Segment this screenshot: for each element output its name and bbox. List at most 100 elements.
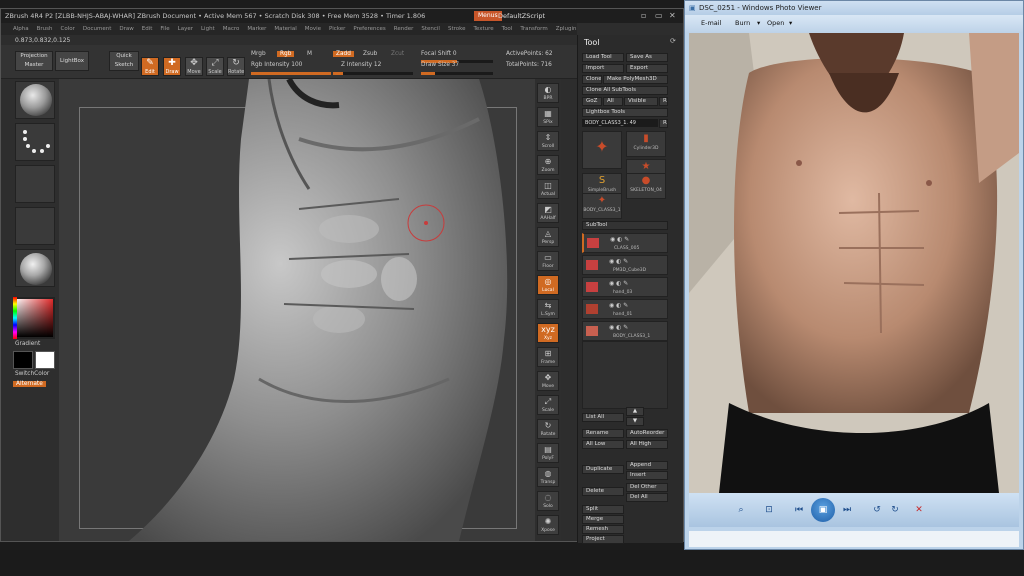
shelf-bpr-button[interactable]: ◐ BPR: [537, 83, 559, 103]
rotate-button[interactable]: ↻ Rotate: [227, 57, 245, 76]
tool-thumb-body[interactable]: ✦ BODY_CLASS3_1: [582, 193, 622, 219]
split-button[interactable]: Split: [582, 505, 624, 514]
menu-item[interactable]: Marker: [247, 26, 266, 32]
tool-thumb-skeleton[interactable]: ● SKELETON_04: [626, 173, 666, 199]
menu-item[interactable]: Layer: [178, 26, 193, 32]
menu-item[interactable]: Light: [201, 26, 215, 32]
menu-item[interactable]: Macro: [223, 26, 240, 32]
append-button[interactable]: Append: [626, 461, 668, 470]
menu-item[interactable]: Picker: [329, 26, 345, 32]
shelf-solo-button[interactable]: ◌ Solo: [537, 491, 559, 511]
projection-master-button[interactable]: Projection Master: [15, 51, 53, 71]
shelf-rotate-button[interactable]: ↻ Rotate: [537, 419, 559, 439]
minimize-icon[interactable]: ▫: [641, 9, 646, 23]
menu-item[interactable]: Document: [83, 26, 112, 32]
draw-size-slider[interactable]: [421, 72, 493, 75]
z-intensity-slider-label[interactable]: Z Intensity 12: [341, 62, 381, 68]
shelf-xpose-button[interactable]: ✺ Xpose: [537, 515, 559, 535]
hue-strip[interactable]: [13, 297, 17, 339]
material-selector[interactable]: [15, 249, 55, 287]
lightbox-tools-button[interactable]: Lightbox Tools: [582, 108, 668, 117]
texture-selector[interactable]: [15, 207, 55, 245]
burn-dropdown-icon[interactable]: ▾: [757, 19, 760, 27]
subtool-visibility-icon[interactable]: ◉ ◐ ✎: [610, 236, 629, 243]
subtool-visibility-icon[interactable]: ◉ ◐ ✎: [609, 302, 628, 309]
slideshow-play-icon[interactable]: ▣: [811, 498, 835, 522]
subtool-visibility-icon[interactable]: ◉ ◐ ✎: [609, 280, 628, 287]
shelf-transp-button[interactable]: ◍ Transp: [537, 467, 559, 487]
delete-button[interactable]: Delete: [582, 487, 624, 496]
move-button[interactable]: ✥ Move: [185, 57, 203, 76]
menu-item[interactable]: File: [160, 26, 169, 32]
goz-all-button[interactable]: All: [603, 97, 623, 106]
export-button[interactable]: Export: [626, 64, 668, 73]
all-low-button[interactable]: All Low: [582, 440, 624, 449]
menu-item[interactable]: Material: [274, 26, 296, 32]
actual-size-icon[interactable]: ⊡: [761, 503, 777, 517]
shelf-floor-button[interactable]: ▭ Floor: [537, 251, 559, 271]
shelf-local-button[interactable]: ◎ Local: [537, 275, 559, 295]
move-up-arrow-icon[interactable]: ▲: [626, 407, 644, 416]
subtool-row[interactable]: ◉ ◐ ✎ CLASS_005: [582, 233, 668, 253]
color-picker[interactable]: [13, 297, 55, 339]
menu-item[interactable]: Texture: [474, 26, 494, 32]
stroke-selector[interactable]: [15, 123, 55, 161]
scale-button[interactable]: ⤢ Scale: [206, 57, 224, 76]
menu-item[interactable]: Render: [394, 26, 414, 32]
edit-button[interactable]: ✎ Edit: [141, 57, 159, 76]
previous-icon[interactable]: ⏮: [791, 503, 807, 517]
lightbox-button[interactable]: LightBox: [55, 51, 89, 71]
menu-item[interactable]: Transform: [520, 26, 547, 32]
rotate-ccw-icon[interactable]: ↺: [869, 503, 885, 517]
zadd-toggle[interactable]: Zadd: [333, 51, 354, 57]
subtool-header[interactable]: SubTool: [582, 221, 668, 230]
next-icon[interactable]: ⏭: [839, 503, 855, 517]
alpha-selector[interactable]: [15, 165, 55, 203]
shelf-persp-button[interactable]: ◬ Persp: [537, 227, 559, 247]
shelf-xyz-button[interactable]: xyz Xyz: [537, 323, 559, 343]
project-button[interactable]: Project: [582, 535, 624, 544]
close-icon[interactable]: ✕: [669, 9, 676, 23]
tool-thumb-current[interactable]: ✦: [582, 131, 622, 169]
m-toggle[interactable]: M: [307, 51, 312, 57]
draw-button[interactable]: ✚ Draw: [163, 57, 181, 76]
auto-reorder-button[interactable]: AutoReorder: [626, 429, 668, 438]
menu-item[interactable]: Stroke: [448, 26, 466, 32]
shelf-scale-button[interactable]: ⤢ Scale: [537, 395, 559, 415]
palette-dock-icon[interactable]: ⟳: [670, 37, 676, 45]
quick-sketch-button[interactable]: Quick Sketch: [109, 51, 139, 71]
subtool-row[interactable]: ◉ ◐ ✎ BODY_CLASS3_1: [582, 321, 668, 341]
maximize-icon[interactable]: ▭: [655, 9, 663, 23]
alternate-button[interactable]: Alternate: [13, 381, 46, 387]
del-other-button[interactable]: Del Other: [626, 483, 668, 492]
menu-item[interactable]: Alpha: [13, 26, 29, 32]
list-all-button[interactable]: List All: [582, 413, 624, 422]
tool-thumb-cylinder[interactable]: ▮ Cylinder3D: [626, 131, 666, 157]
current-tool-r-button[interactable]: R: [659, 119, 668, 128]
default-script-label[interactable]: DefaultZScript: [498, 9, 545, 23]
shelf-move-button[interactable]: ✥ Move: [537, 371, 559, 391]
email-button[interactable]: E-mail: [701, 19, 721, 27]
reference-photo[interactable]: [689, 33, 1019, 493]
burn-button[interactable]: Burn: [735, 19, 750, 27]
gradient-label[interactable]: Gradient: [15, 341, 40, 347]
rgb-toggle[interactable]: Rgb: [277, 51, 295, 57]
z-intensity-slider[interactable]: [333, 72, 413, 75]
menu-item[interactable]: Draw: [119, 26, 133, 32]
menu-item[interactable]: Movie: [305, 26, 321, 32]
zsub-toggle[interactable]: Zsub: [363, 51, 377, 57]
del-all-button[interactable]: Del All: [626, 493, 668, 502]
open-dropdown-icon[interactable]: ▾: [789, 19, 792, 27]
shelf-polyf-button[interactable]: ▤ PolyF: [537, 443, 559, 463]
menu-item[interactable]: Zplugin: [556, 26, 577, 32]
shelf-spix-button[interactable]: ▦ SPix: [537, 107, 559, 127]
all-high-button[interactable]: All High: [626, 440, 668, 449]
shelf-frame-button[interactable]: ⊞ Frame: [537, 347, 559, 367]
menu-item[interactable]: Edit: [142, 26, 153, 32]
subtool-row[interactable]: ◉ ◐ ✎ hand_01: [582, 299, 668, 319]
current-tool-slider[interactable]: BODY_CLASS3_1. 49: [582, 119, 658, 127]
menu-item[interactable]: Stencil: [421, 26, 440, 32]
goz-visible-button[interactable]: Visible: [624, 97, 658, 106]
rotate-cw-icon[interactable]: ↻: [887, 503, 903, 517]
shelf-zoom-button[interactable]: ⊕ Zoom: [537, 155, 559, 175]
